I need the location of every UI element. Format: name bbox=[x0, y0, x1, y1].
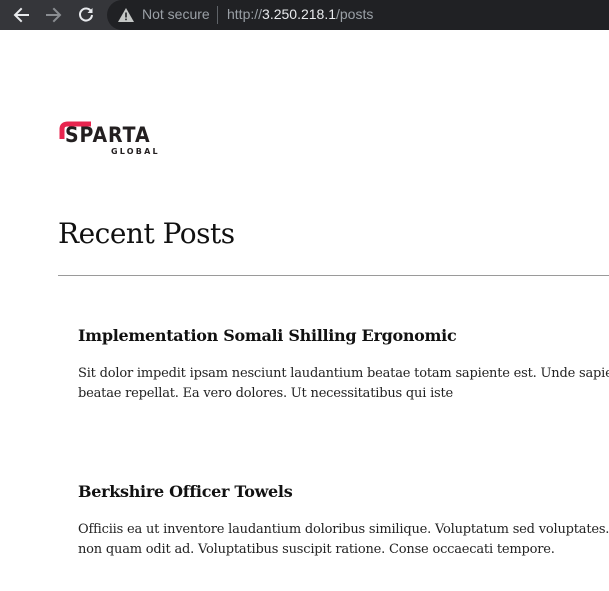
url-scheme: http:// bbox=[227, 6, 263, 22]
post-item: Implementation Somali Shilling Ergonomic… bbox=[78, 322, 609, 403]
omnibox-divider bbox=[217, 6, 218, 24]
sparta-global-logo[interactable]: SPARTA GLOBAL bbox=[58, 119, 162, 161]
title-divider bbox=[58, 275, 609, 276]
url-host: 3.250.218.1 bbox=[262, 6, 336, 22]
reload-icon bbox=[79, 7, 93, 22]
reload-button[interactable] bbox=[73, 2, 99, 28]
browser-toolbar: Not secure http://3.250.218.1/posts bbox=[0, 0, 609, 30]
address-bar[interactable]: Not secure http://3.250.218.1/posts bbox=[107, 0, 609, 30]
url-text[interactable]: http://3.250.218.1/posts bbox=[227, 6, 373, 22]
logo-wordmark: SPARTA bbox=[65, 123, 151, 147]
warning-icon[interactable] bbox=[117, 6, 135, 24]
security-status[interactable]: Not secure bbox=[142, 6, 210, 22]
post-body: Officiis ea ut inventore laudantium dolo… bbox=[78, 522, 609, 557]
post-title[interactable]: Berkshire Officer Towels bbox=[78, 478, 609, 506]
page-title: Recent Posts bbox=[58, 217, 235, 250]
arrow-left-icon bbox=[13, 7, 29, 23]
back-button[interactable] bbox=[8, 2, 34, 28]
post-body: Sit dolor impedit ipsam nesciunt laudant… bbox=[78, 366, 609, 401]
url-path: /posts bbox=[336, 6, 374, 22]
post-title[interactable]: Implementation Somali Shilling Ergonomic bbox=[78, 322, 609, 350]
arrow-right-icon bbox=[46, 7, 62, 23]
post-item: Berkshire Officer Towels Officiis ea ut … bbox=[78, 478, 609, 559]
logo-subtitle: GLOBAL bbox=[111, 147, 160, 156]
forward-button[interactable] bbox=[41, 2, 67, 28]
